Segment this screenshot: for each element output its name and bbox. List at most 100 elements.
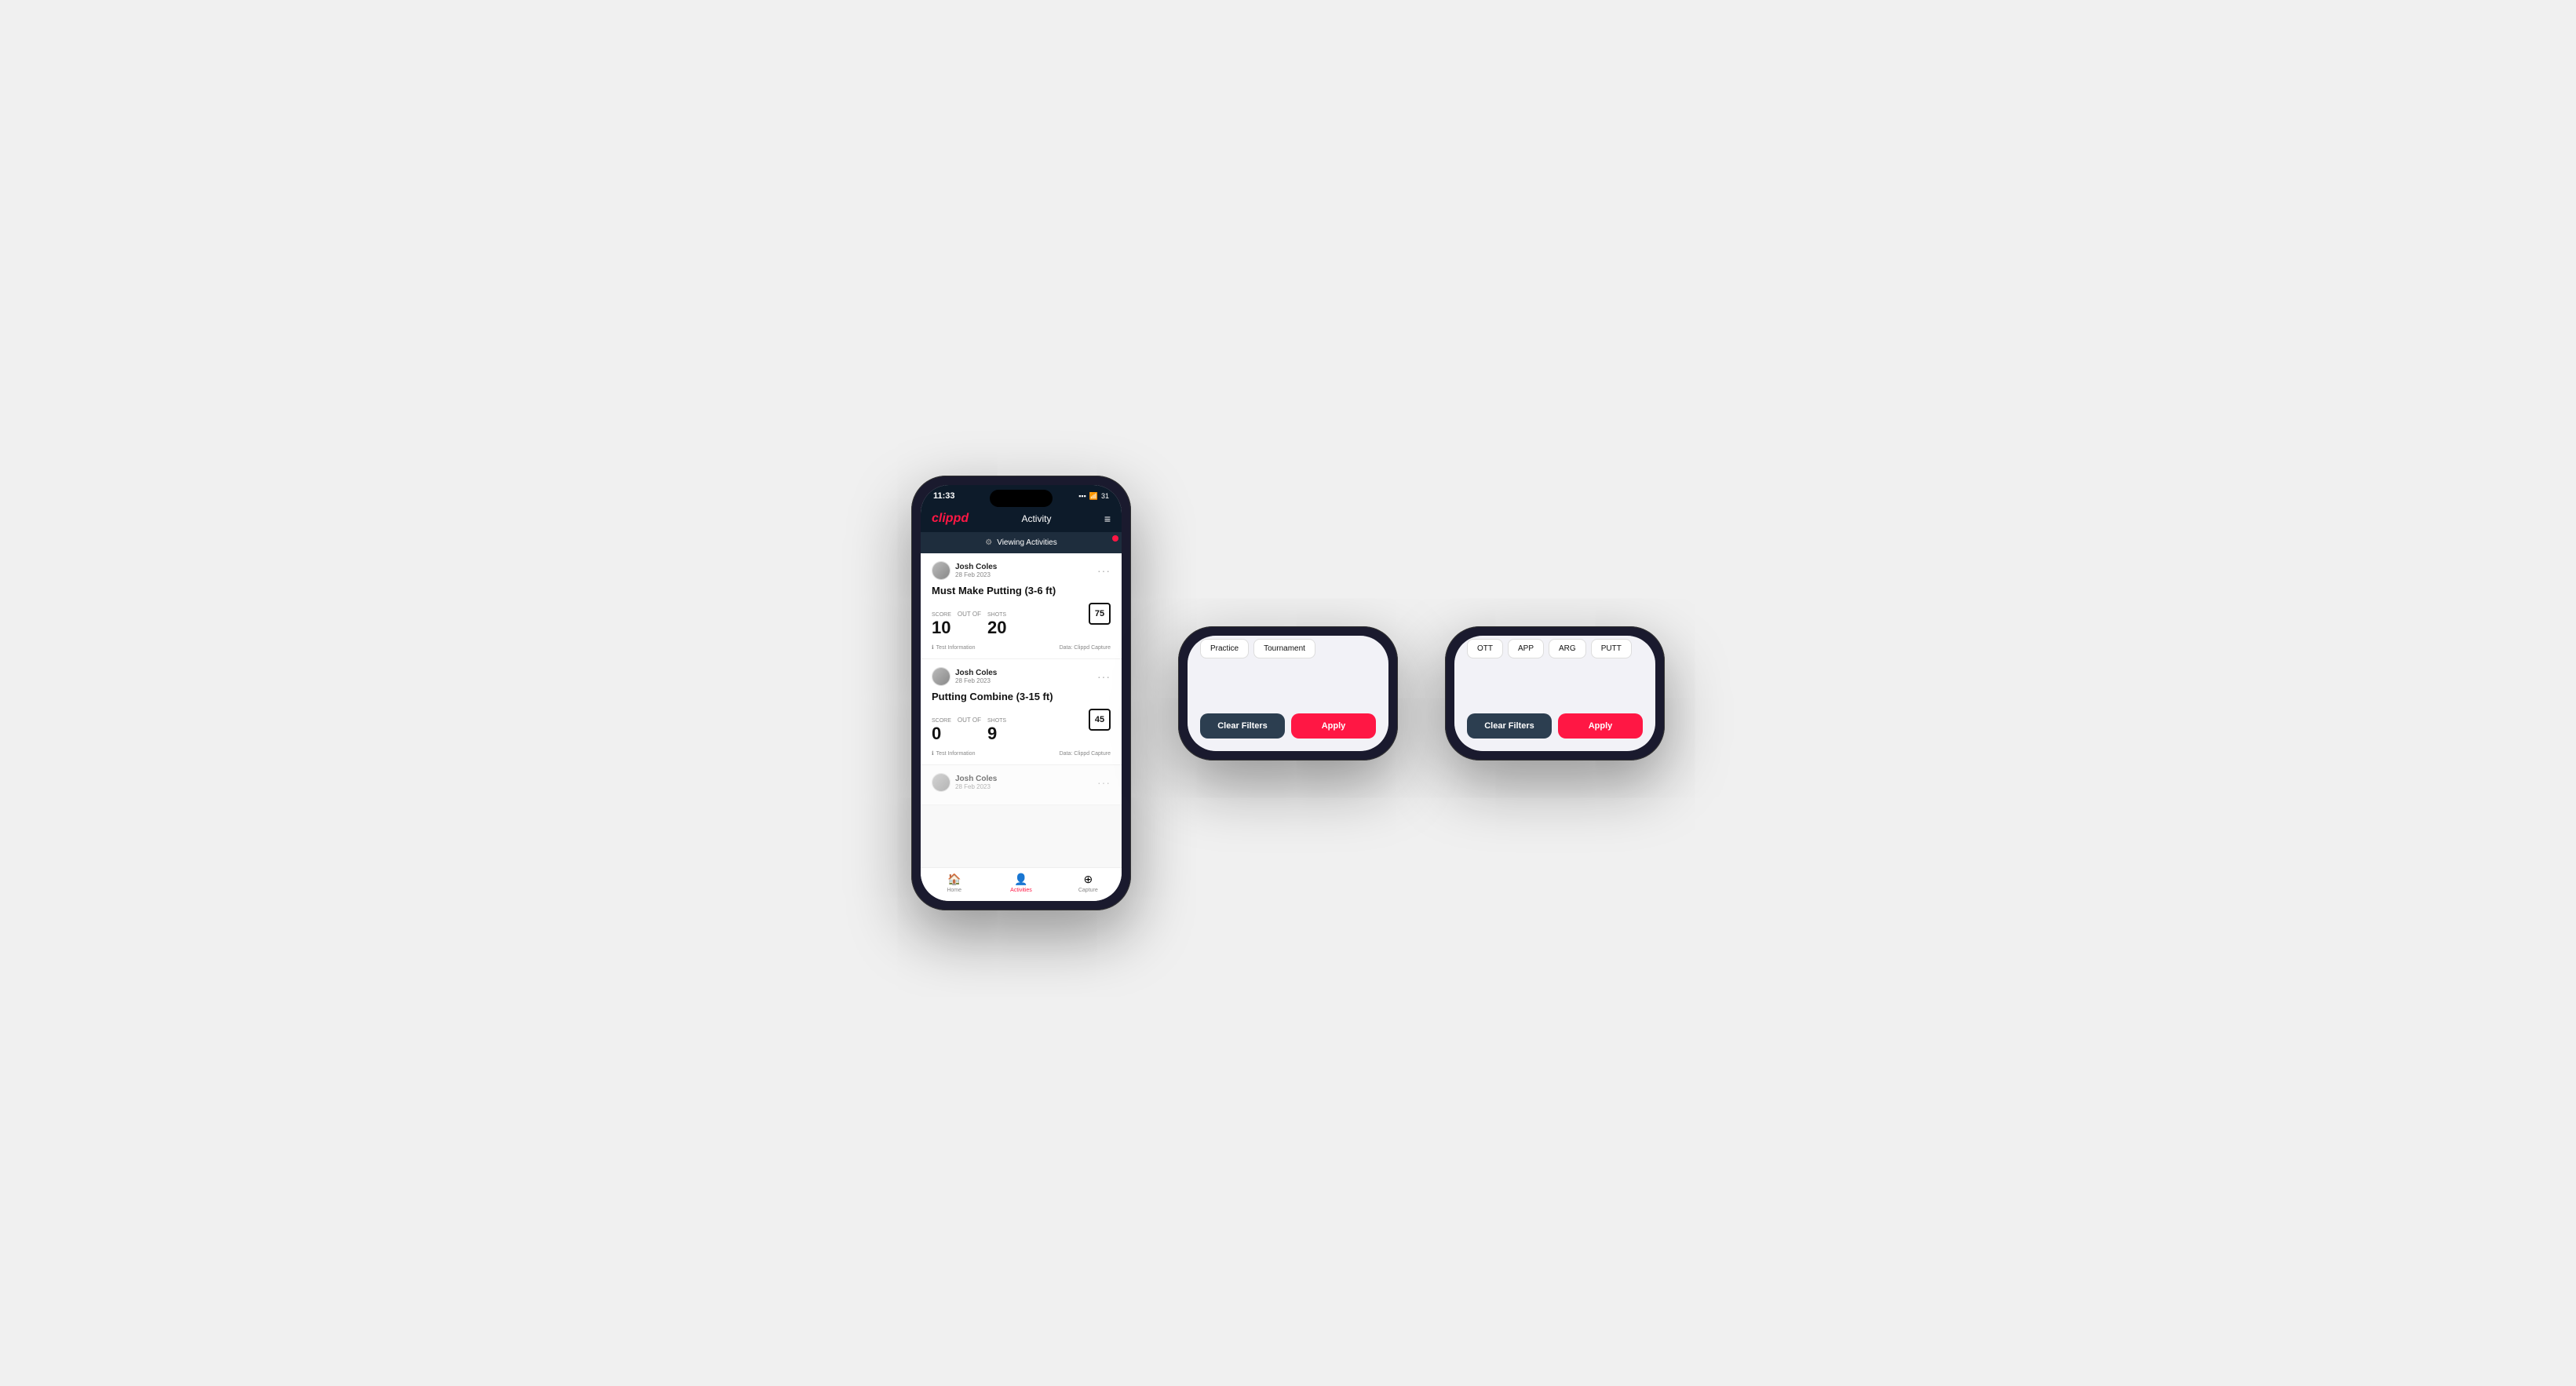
logo-1: clippd xyxy=(932,512,969,526)
status-bar-1: 11:33 ▪▪▪ 📶 31 xyxy=(921,485,1122,505)
score-group-1: Score 10 xyxy=(932,612,951,638)
activity-card-3: Josh Coles 28 Feb 2023 ··· xyxy=(921,765,1122,805)
home-label: Home xyxy=(947,888,961,893)
modal-actions-3: Clear Filters Apply xyxy=(1467,713,1643,739)
battery-icon: 31 xyxy=(1101,492,1109,500)
shots-value-1: 20 xyxy=(987,618,1006,637)
user-name-3: Josh Coles xyxy=(955,775,997,783)
shot-quality-badge-2: 45 xyxy=(1089,709,1111,731)
activity-title-2: Putting Combine (3-15 ft) xyxy=(932,691,1111,702)
shots-label-1: Shots xyxy=(987,612,1006,618)
header-title-1: Activity xyxy=(1021,513,1051,524)
nav-capture-1[interactable]: ⊕ Capture xyxy=(1055,873,1122,893)
user-details-2: Josh Coles 28 Feb 2023 xyxy=(955,669,997,684)
card-header-2: Josh Coles 28 Feb 2023 ··· xyxy=(932,667,1111,686)
hamburger-icon-1[interactable]: ≡ xyxy=(1104,512,1111,525)
test-info-2: ℹ Test Information xyxy=(932,750,975,757)
capture-label: Capture xyxy=(1078,888,1098,893)
card-header-3: Josh Coles 28 Feb 2023 ··· xyxy=(932,773,1111,792)
nav-activities-1[interactable]: 👤 Activities xyxy=(987,873,1054,893)
phone-3: 11:33 ▪▪▪ 📶 31 clippd Activity ≡ ⚙ Viewi… xyxy=(1445,626,1665,760)
user-details-1: Josh Coles 28 Feb 2023 xyxy=(955,563,997,578)
drills-section-3: Practice Drills OTT APP ARG PUTT xyxy=(1467,636,1643,658)
rounds-section-2: Rounds Practice Tournament xyxy=(1200,636,1376,658)
score-value-1: 10 xyxy=(932,618,950,637)
modal-actions-2: Clear Filters Apply xyxy=(1200,713,1376,739)
phone-2: 11:33 ▪▪▪ 📶 31 clippd Activity ≡ ⚙ Viewi… xyxy=(1178,626,1398,760)
filter-icon-1: ⚙ xyxy=(985,538,992,547)
apply-btn-2[interactable]: Apply xyxy=(1291,713,1376,739)
viewing-banner-1[interactable]: ⚙ Viewing Activities xyxy=(921,532,1122,553)
shots-group-2: Shots 9 xyxy=(987,718,1006,744)
score-label-1: Score xyxy=(932,612,951,618)
capture-icon: ⊕ xyxy=(1083,873,1093,886)
data-info-1: Data: Clippd Capture xyxy=(1060,645,1111,651)
more-dots-1[interactable]: ··· xyxy=(1097,564,1111,577)
status-icons-1: ▪▪▪ 📶 31 xyxy=(1078,492,1109,501)
clear-filters-btn-3[interactable]: Clear Filters xyxy=(1467,713,1552,739)
viewing-text-1: Viewing Activities xyxy=(997,538,1057,547)
phone-1-screen: 11:33 ▪▪▪ 📶 31 clippd Activity ≡ ⚙ Viewi… xyxy=(921,485,1122,901)
phone-2-screen: 11:33 ▪▪▪ 📶 31 clippd Activity ≡ ⚙ Viewi… xyxy=(1188,636,1388,751)
drills-buttons-3: OTT APP ARG PUTT xyxy=(1467,639,1643,658)
app-btn-3[interactable]: APP xyxy=(1508,639,1544,658)
activity-card-2: Josh Coles 28 Feb 2023 ··· Putting Combi… xyxy=(921,659,1122,765)
out-of-2: OUT OF xyxy=(958,717,981,724)
wifi-icon: 📶 xyxy=(1089,492,1098,501)
shots-group-1: Shots 20 xyxy=(987,612,1006,638)
test-info-1: ℹ Test Information xyxy=(932,644,975,651)
home-icon: 🏠 xyxy=(947,873,961,886)
signal-icon: ▪▪▪ xyxy=(1078,492,1086,500)
card-footer-1: ℹ Test Information Data: Clippd Capture xyxy=(932,644,1111,651)
score-group-2: Score 0 xyxy=(932,718,951,744)
scene: 11:33 ▪▪▪ 📶 31 clippd Activity ≡ ⚙ Viewi… xyxy=(864,429,1712,957)
time-1: 11:33 xyxy=(933,491,955,501)
tournament-round-btn-2[interactable]: Tournament xyxy=(1253,639,1315,658)
screen-content-1: Josh Coles 28 Feb 2023 ··· Must Make Put… xyxy=(921,553,1122,867)
user-date-3: 28 Feb 2023 xyxy=(955,783,997,790)
avatar-2 xyxy=(932,667,950,686)
more-dots-2[interactable]: ··· xyxy=(1097,670,1111,683)
avatar-1 xyxy=(932,561,950,580)
phone-3-screen: 11:33 ▪▪▪ 📶 31 clippd Activity ≡ ⚙ Viewi… xyxy=(1454,636,1655,751)
card-footer-2: ℹ Test Information Data: Clippd Capture xyxy=(932,750,1111,757)
ott-btn-3[interactable]: OTT xyxy=(1467,639,1503,658)
user-name-2: Josh Coles xyxy=(955,669,997,677)
card-header-1: Josh Coles 28 Feb 2023 ··· xyxy=(932,561,1111,580)
user-info-1: Josh Coles 28 Feb 2023 xyxy=(932,561,997,580)
bottom-nav-1: 🏠 Home 👤 Activities ⊕ Capture xyxy=(921,867,1122,901)
data-info-2: Data: Clippd Capture xyxy=(1060,751,1111,757)
activities-icon: 👤 xyxy=(1014,873,1027,886)
practice-round-btn-2[interactable]: Practice xyxy=(1200,639,1249,658)
user-info-2: Josh Coles 28 Feb 2023 xyxy=(932,667,997,686)
activity-card-1: Josh Coles 28 Feb 2023 ··· Must Make Put… xyxy=(921,553,1122,659)
putt-btn-3[interactable]: PUTT xyxy=(1591,639,1632,658)
more-dots-3[interactable]: ··· xyxy=(1097,776,1111,789)
activity-title-1: Must Make Putting (3-6 ft) xyxy=(932,585,1111,596)
nav-home-1[interactable]: 🏠 Home xyxy=(921,873,987,893)
clear-filters-btn-2[interactable]: Clear Filters xyxy=(1200,713,1285,739)
arg-btn-3[interactable]: ARG xyxy=(1549,639,1586,658)
stats-row-1: Score 10 OUT OF Shots 20 75 xyxy=(932,603,1111,638)
app-header-1: clippd Activity ≡ xyxy=(921,505,1122,532)
user-date-2: 28 Feb 2023 xyxy=(955,677,997,684)
phone-1: 11:33 ▪▪▪ 📶 31 clippd Activity ≡ ⚙ Viewi… xyxy=(911,476,1131,910)
filter-modal-2: Filter ✕ Show Rounds Practice Drills Rou… xyxy=(1188,636,1388,751)
user-date-1: 28 Feb 2023 xyxy=(955,571,997,578)
out-of-1: OUT OF xyxy=(958,611,981,618)
shots-value-2: 9 xyxy=(987,724,997,743)
activities-label: Activities xyxy=(1010,888,1032,893)
shot-quality-value-2: 45 xyxy=(1095,715,1104,724)
score-label-2: Score xyxy=(932,718,951,724)
apply-btn-3[interactable]: Apply xyxy=(1558,713,1643,739)
user-name-1: Josh Coles xyxy=(955,563,997,571)
user-info-3: Josh Coles 28 Feb 2023 xyxy=(932,773,997,792)
shot-quality-badge-1: 75 xyxy=(1089,603,1111,625)
shots-label-2: Shots xyxy=(987,718,1006,724)
spacer-2 xyxy=(1200,669,1376,701)
filter-modal-3: Filter ✕ Show Rounds Practice Drills Pra… xyxy=(1454,636,1655,751)
notification-dot-1 xyxy=(1112,535,1118,542)
user-details-3: Josh Coles 28 Feb 2023 xyxy=(955,775,997,790)
shot-quality-value-1: 75 xyxy=(1095,609,1104,618)
score-value-2: 0 xyxy=(932,724,941,743)
